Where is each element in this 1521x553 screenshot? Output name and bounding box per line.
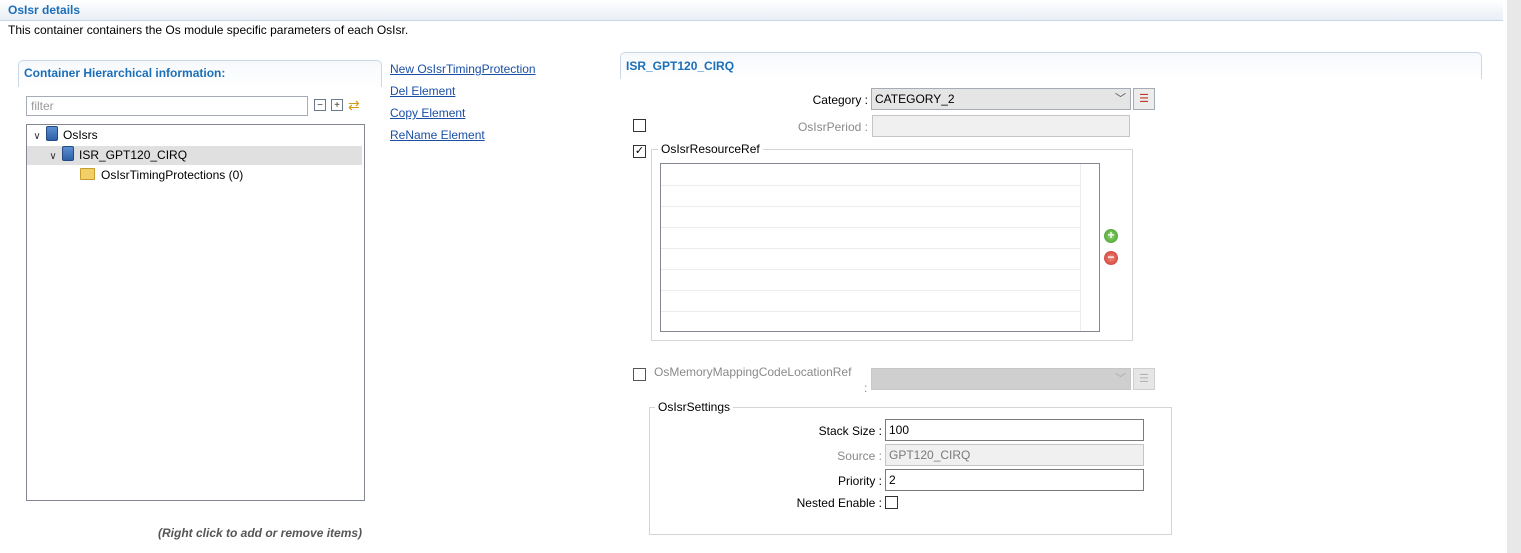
del-element-link[interactable]: Del Element [390,84,455,98]
chevron-down-icon[interactable]: ∨ [47,147,59,166]
memory-mapping-colon: : [864,381,868,395]
container-icon [46,126,58,141]
tree-item-label: ISR_GPT120_CIRQ [79,148,188,162]
vertical-scrollbar[interactable] [1507,0,1521,553]
memory-mapping-label: OsMemoryMappingCodeLocationRef [654,365,852,379]
period-checkbox[interactable] [633,119,646,132]
category-label: Category : [812,93,868,107]
memory-mapping-select[interactable]: ﹀ [871,368,1131,390]
memory-mapping-list-button[interactable]: ☰ [1133,368,1155,390]
source-label: Source : [837,449,882,463]
container-icon [62,146,74,161]
memory-mapping-checkbox[interactable] [633,368,646,381]
page-description: This container containers the Os module … [8,23,409,37]
copy-element-link[interactable]: Copy Element [390,106,465,120]
stack-size-input[interactable]: 100 [885,419,1144,441]
resource-ref-list[interactable] [660,163,1100,332]
remove-icon[interactable]: − [1104,251,1118,265]
tree-item-osisrs[interactable]: ∨ OsIsrs [31,126,98,145]
period-label: OsIsrPeriod : [797,120,868,134]
resource-ref-title: OsIsrResourceRef [658,142,763,156]
nested-enable-checkbox[interactable] [885,496,898,509]
add-icon[interactable]: + [1104,229,1118,243]
priority-input[interactable]: 2 [885,469,1144,491]
collapse-all-icon[interactable]: − [314,99,326,111]
new-timing-protection-link[interactable]: New OsIsrTimingProtection [390,62,536,76]
filter-input[interactable] [26,96,308,116]
settings-title: OsIsrSettings [655,400,734,414]
tree-item-isr-gpt120-cirq[interactable]: ∨ ISR_GPT120_CIRQ [27,146,362,165]
details-panel-header [620,52,1482,79]
tree-item-label: OsIsrs [63,128,98,142]
page-title: OsIsr details [8,3,81,17]
hierarchy-tree: ∨ OsIsrs ∨ ISR_GPT120_CIRQ OsIsrTimingProt… [26,124,365,501]
folder-icon [80,168,95,180]
nested-enable-label: Nested Enable : [796,496,882,510]
category-select[interactable]: CATEGORY_2 ﹀ [871,88,1131,110]
tree-hint: (Right click to add or remove items) [158,526,363,540]
chevron-down-icon[interactable]: ∨ [31,127,43,146]
stack-size-label: Stack Size : [818,424,882,438]
chevron-down-icon: ﹀ [1115,93,1126,105]
details-panel-title: ISR_GPT120_CIRQ [626,59,735,73]
category-value: CATEGORY_2 [875,92,955,106]
details-header-bar [0,0,1503,21]
rename-element-link[interactable]: ReName Element [390,128,485,142]
tree-item-timing-protections[interactable]: OsIsrTimingProtections (0) [80,166,243,185]
hierarchy-panel-title: Container Hierarchical information: [24,66,226,80]
category-list-button[interactable]: ☰ [1133,88,1155,110]
period-input[interactable] [872,115,1130,137]
chevron-down-icon: ﹀ [1115,373,1126,385]
expand-all-icon[interactable]: + [331,99,343,111]
sync-link-icon[interactable]: ⇄ [348,97,360,114]
source-input[interactable]: GPT120_CIRQ [885,444,1144,466]
resource-ref-checkbox[interactable]: ✓ [633,145,646,158]
tree-item-label: OsIsrTimingProtections (0) [101,168,244,182]
priority-label: Priority : [837,474,882,488]
